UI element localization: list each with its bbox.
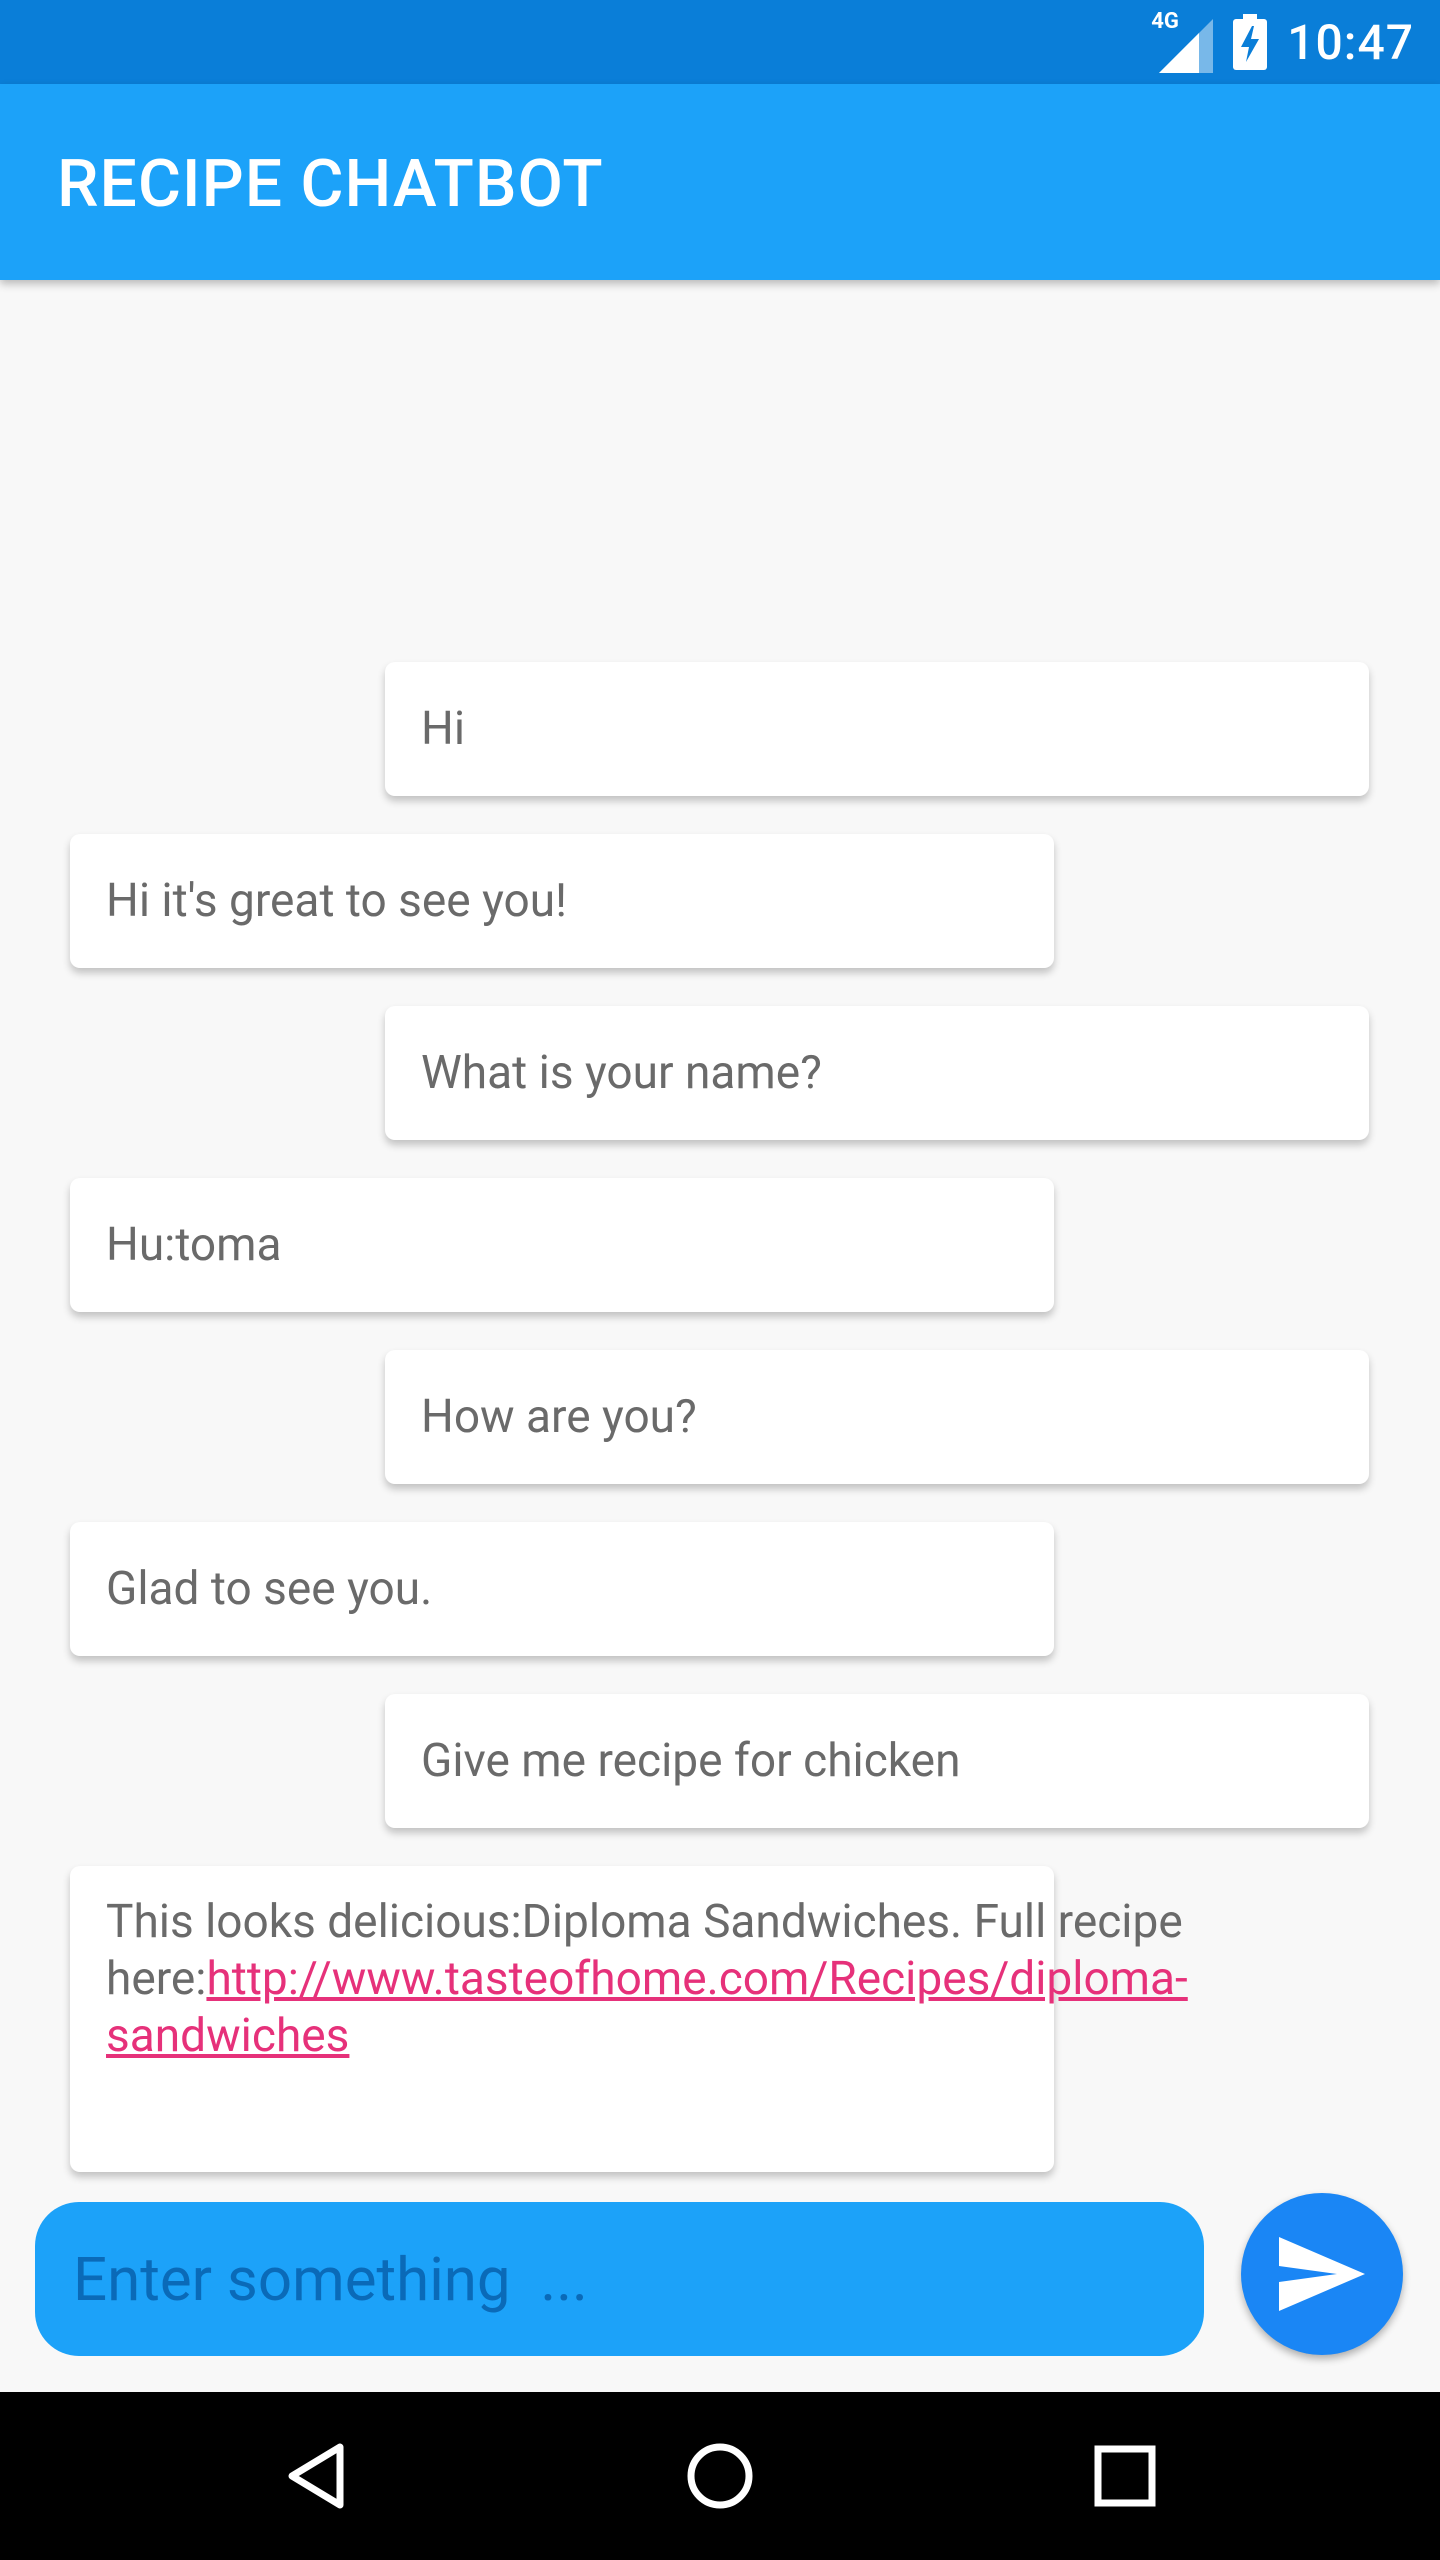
chat-area[interactable]: Hi Hi it's great to see you! What is you…	[0, 280, 1440, 2180]
status-bar: 4G 10:47	[0, 0, 1440, 84]
send-button[interactable]	[1241, 2193, 1403, 2355]
bot-message: Hi it's great to see you!	[70, 834, 1054, 968]
message-input[interactable]	[71, 2242, 1204, 2316]
battery-charging-icon	[1233, 14, 1268, 70]
status-time: 10:47	[1287, 13, 1414, 71]
back-button[interactable]	[246, 2392, 386, 2560]
home-button[interactable]	[650, 2392, 790, 2560]
home-icon	[687, 2443, 753, 2509]
message-input-container[interactable]	[35, 2202, 1204, 2356]
navigation-bar	[0, 2392, 1440, 2560]
user-message: How are you?	[385, 1350, 1369, 1484]
bot-message: Glad to see you.	[70, 1522, 1054, 1656]
back-icon	[288, 2443, 344, 2509]
app-bar: RECIPE CHATBOT	[0, 84, 1440, 280]
send-icon	[1279, 2237, 1365, 2311]
recents-button[interactable]	[1055, 2392, 1195, 2560]
signal-icon: 4G	[1151, 9, 1214, 73]
app-title: RECIPE CHATBOT	[57, 146, 604, 223]
recipe-link[interactable]: http://www.tasteofhome.com/Recipes/diplo…	[106, 1952, 1188, 2063]
recents-icon	[1094, 2445, 1156, 2507]
user-message: What is your name?	[385, 1006, 1369, 1140]
user-message: Hi	[385, 662, 1369, 796]
bot-message: This looks delicious:Diploma Sandwiches.…	[70, 1866, 1188, 2172]
user-message: Give me recipe for chicken	[385, 1694, 1369, 1828]
bot-message: Hu:toma	[70, 1178, 1054, 1312]
